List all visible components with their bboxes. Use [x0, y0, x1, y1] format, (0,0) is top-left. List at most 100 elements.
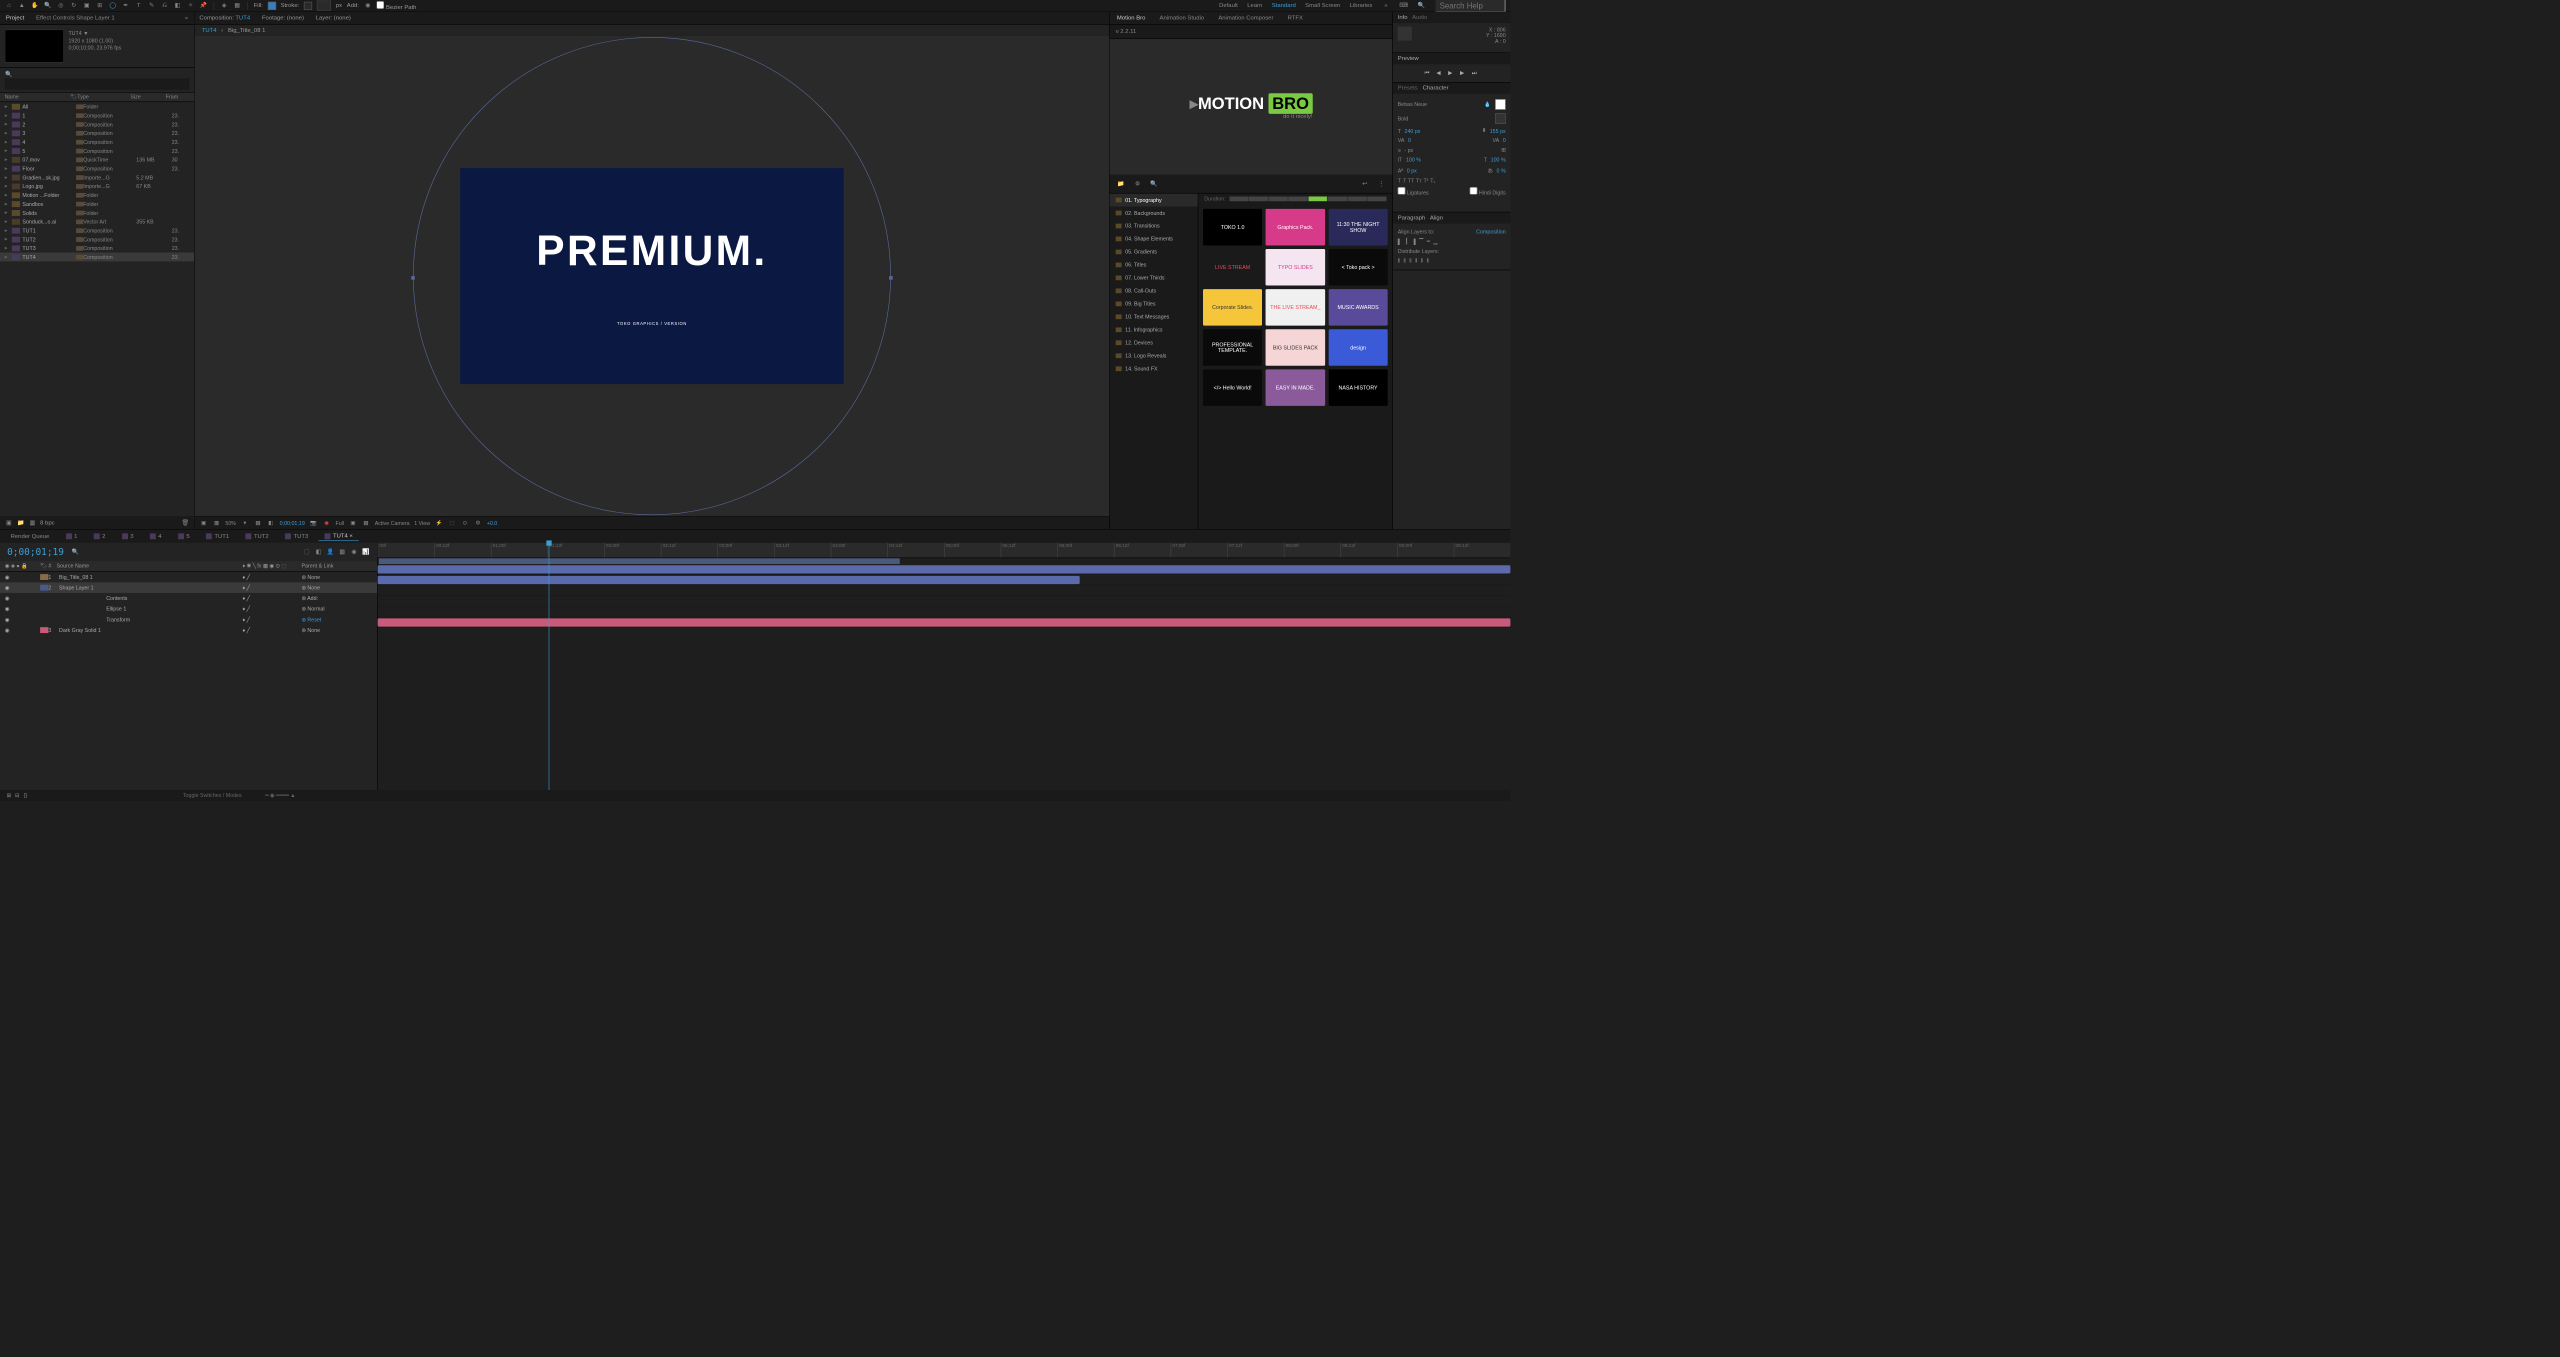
zoom-dropdown[interactable]: 50% [225, 520, 236, 526]
workspace-learn[interactable]: Learn [1247, 2, 1262, 8]
bold-btn[interactable]: T [1398, 178, 1401, 184]
workspace-default[interactable]: Default [1219, 2, 1238, 8]
vscale-input[interactable]: 100 % [1406, 157, 1421, 163]
res-icon[interactable]: ▦ [212, 519, 220, 527]
grid-toggle-icon[interactable]: ▦ [254, 519, 262, 527]
align-left-icon[interactable]: ▌ [1398, 239, 1402, 245]
timeline-tab[interactable]: 2 [88, 532, 111, 541]
duration-bar[interactable] [1229, 196, 1386, 201]
mb-category[interactable]: 03. Transitions [1110, 219, 1198, 232]
dist-3[interactable]: ⫴ [1409, 258, 1411, 264]
clip-big-title[interactable] [378, 565, 1511, 573]
tracking-input[interactable]: 0 [1503, 137, 1506, 143]
shy-icon[interactable]: 👤 [326, 548, 334, 556]
mb-back-icon[interactable]: ↩ [1361, 180, 1369, 188]
mb-category[interactable]: 05. Gradients [1110, 245, 1198, 258]
chevron-down-icon[interactable]: ▾ [241, 519, 249, 527]
mb-category[interactable]: 14. Sound FX [1110, 362, 1198, 375]
mb-preset-item[interactable]: TYPO SLIDES [1266, 249, 1325, 286]
gear-icon[interactable]: ⚙ [474, 519, 482, 527]
roto-tool-icon[interactable]: ✧ [186, 1, 194, 9]
caps-btn[interactable]: TT [1408, 178, 1414, 184]
tab-footage[interactable]: Footage: (none) [262, 15, 304, 21]
mb-category[interactable]: 11. Infographics [1110, 323, 1198, 336]
clip-shape-layer[interactable] [378, 576, 1080, 584]
mb-folder-icon[interactable]: 📁 [1117, 180, 1125, 188]
project-item[interactable]: ▸2Composition23. [0, 120, 194, 129]
project-item[interactable]: ▸SandboxFolder [0, 199, 194, 208]
tab-composition[interactable]: Composition: TUT4 [199, 15, 250, 21]
zoom-tool-icon[interactable]: 🔍 [44, 1, 52, 9]
viewer-timecode[interactable]: 0;00;01;19 [280, 520, 305, 526]
rotate-tool-icon[interactable]: ↻ [70, 1, 78, 9]
timeline-tab[interactable]: 5 [172, 532, 195, 541]
dist-6[interactable]: ⫴ [1427, 258, 1429, 264]
tab-motion-bro[interactable]: Motion Bro [1115, 14, 1148, 23]
mb-settings-icon[interactable]: ⚙ [1133, 180, 1141, 188]
subscript-btn[interactable]: T₁ [1430, 178, 1435, 184]
shape-handle-right[interactable] [889, 276, 893, 280]
tab-rtfx[interactable]: RTFX [1285, 14, 1305, 23]
pen-tool-icon[interactable]: ✒ [122, 1, 130, 9]
project-item[interactable]: ▸TUT4Composition23. [0, 253, 194, 262]
timecode-display[interactable]: 0;00;01;19 [7, 546, 64, 557]
home-icon[interactable]: ⌂ [5, 1, 13, 9]
mb-category[interactable]: 01. Typography [1110, 194, 1198, 207]
toggle-switches-icon[interactable]: ⊞ [5, 791, 13, 799]
dist-2[interactable]: ⫴ [1403, 258, 1405, 264]
comp-flow-icon[interactable]: ⬚ [303, 548, 311, 556]
project-item[interactable]: ▸Gradien...sk.jpgImporte...G5.2 MB [0, 173, 194, 182]
workspace-standard[interactable]: Standard [1272, 2, 1296, 8]
project-item[interactable]: ▸07.movQuickTime136 MB30 [0, 155, 194, 164]
project-item[interactable]: ▸Sonduck...o.aiVector Art355 KB [0, 217, 194, 226]
fill-color[interactable] [268, 1, 276, 9]
eraser-tool-icon[interactable]: ◧ [173, 1, 181, 9]
hindi-checkbox[interactable]: Hindi Digits [1470, 187, 1506, 196]
add-menu-icon[interactable]: ◉ [364, 1, 372, 9]
snap-icon[interactable]: ◈ [220, 1, 228, 9]
project-item[interactable]: ▸4Composition23. [0, 137, 194, 146]
mb-preset-item[interactable]: NASA HISTORY [1328, 369, 1387, 406]
bpc-label[interactable]: 8 bpc [40, 519, 54, 525]
mb-preset-item[interactable]: Graphics Pack. [1266, 209, 1325, 246]
3d-icon[interactable]: ⬚ [448, 519, 456, 527]
baseline-input[interactable]: 0 px [1407, 167, 1417, 173]
mb-category[interactable]: 07. Lower Thirds [1110, 271, 1198, 284]
mb-category[interactable]: 04. Shape Elements [1110, 232, 1198, 245]
mb-preset-item[interactable]: THE LIVE STREAM_ [1266, 289, 1325, 326]
keyboard-icon[interactable]: ⌨ [1399, 1, 1407, 9]
tsume-input[interactable]: 0 % [1497, 167, 1506, 173]
mb-preset-item[interactable]: 11:30 THE NIGHT SHOW [1328, 209, 1387, 246]
timeline-layer[interactable]: ◉1Big_Title_08 1♦ ╱⊚ None [0, 572, 377, 583]
align-vcenter-icon[interactable]: ━ [1427, 238, 1430, 244]
ligatures-checkbox[interactable]: Ligatures [1398, 187, 1429, 196]
timeline-tracks[interactable]: 00f00;12f01;00f01;12f02;00f02;12f03;00f0… [378, 543, 1511, 790]
mb-preset-item[interactable]: design [1328, 329, 1387, 366]
align-right-icon[interactable]: ▐ [1412, 239, 1416, 245]
bezier-checkbox[interactable]: Bezier Path [377, 1, 417, 10]
fill-swatch[interactable] [1495, 99, 1506, 110]
dist-4[interactable]: ⫴ [1415, 258, 1417, 264]
hscale-input[interactable]: 100 % [1491, 157, 1506, 163]
dist-1[interactable]: ⫴ [1398, 258, 1400, 264]
hand-tool-icon[interactable]: ✋ [31, 1, 39, 9]
project-item[interactable]: ▸1Composition23. [0, 111, 194, 120]
camera-dropdown[interactable]: Active Camera [375, 520, 410, 526]
new-folder-icon[interactable]: 📁 [17, 519, 25, 527]
first-frame-icon[interactable]: ⏮ [1425, 70, 1432, 77]
shape-tool-icon[interactable]: ◯ [109, 1, 117, 9]
eyedropper-icon[interactable]: 💧 [1483, 100, 1491, 108]
tab-effect-controls[interactable]: Effect Controls Shape Layer 1 [34, 14, 117, 23]
panel-overflow-icon[interactable]: » [182, 14, 190, 22]
draft3d-icon[interactable]: ◧ [314, 548, 322, 556]
breadcrumb-1[interactable]: TUT4 [202, 27, 217, 33]
search-help-input[interactable] [1435, 0, 1506, 12]
italic-btn[interactable]: T [1403, 178, 1406, 184]
tab-project[interactable]: Project [4, 14, 27, 23]
toggle-inout-icon[interactable]: {} [21, 791, 29, 799]
mb-preset-item[interactable]: PROFESSIONAL TEMPLATE. [1203, 329, 1262, 366]
composition-viewer[interactable]: PREMIUM. TOKO GRAPHICS / VERSION [195, 36, 1109, 516]
timeline-tab[interactable]: 4 [144, 532, 167, 541]
tab-animation-studio[interactable]: Animation Studio [1157, 14, 1206, 23]
tl-search-icon[interactable]: 🔍 [71, 548, 79, 556]
